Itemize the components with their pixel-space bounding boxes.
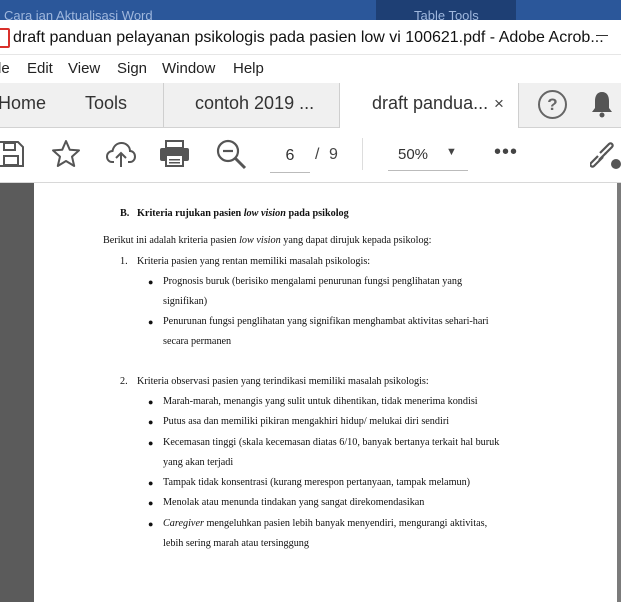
intro-paragraph: Berikut ini adalah kriteria pasien low v… (103, 235, 432, 246)
bullet-icon: ● (148, 438, 154, 448)
bullet-icon: ● (148, 478, 154, 488)
background-window-strip: Cara ian Aktualisasi Word Table Tools (0, 0, 621, 20)
list-item: Putus asa dan memiliki pikiran mengakhir… (163, 416, 450, 427)
list-item: signifikan) (163, 296, 208, 307)
list-item: yang akan terjadi (163, 457, 234, 468)
list-number: 1. (120, 256, 128, 267)
tab-divider (163, 83, 164, 127)
chevron-down-icon[interactable]: ▼ (446, 146, 457, 158)
notification-bell-icon[interactable] (590, 89, 614, 119)
list-item: Prognosis buruk (berisiko mengalami penu… (163, 276, 463, 287)
bookmark-star-icon[interactable] (51, 139, 81, 169)
list-item: Penurunan fungsi penglihatan yang signif… (163, 316, 489, 327)
list-item: Caregiver mengeluhkan pasien lebih banya… (163, 518, 488, 529)
bullet-icon: ● (148, 519, 154, 529)
list-item-title: Kriteria pasien yang rentan memiliki mas… (137, 256, 371, 267)
print-icon[interactable] (159, 140, 190, 168)
list-item: Kecemasan tinggi (skala kecemasan diatas… (163, 437, 500, 448)
page-gutter-right (617, 183, 621, 602)
bullet-icon: ● (148, 498, 154, 508)
menu-view[interactable]: View (68, 60, 100, 77)
page-separator: / (315, 146, 320, 163)
minimize-button[interactable] (596, 35, 608, 36)
bullet-icon: ● (148, 397, 154, 407)
bullet-icon: ● (148, 277, 154, 287)
page-total: 9 (329, 146, 338, 163)
list-number: 2. (120, 376, 128, 387)
bullet-icon: ● (148, 317, 154, 327)
more-options-icon[interactable]: ••• (494, 141, 518, 164)
tab-document-contoh[interactable]: contoh 2019 ... (195, 93, 314, 114)
menu-help[interactable]: Help (233, 60, 264, 77)
list-item: Marah-marah, menangis yang sulit untuk d… (163, 396, 478, 407)
share-link-icon[interactable] (590, 140, 621, 170)
help-icon[interactable]: ? (538, 90, 567, 119)
list-item: secara permanen (163, 336, 232, 347)
section-heading: Kriteria rujukan pasien low vision pada … (137, 208, 349, 219)
list-item: Menolak atau menunda tindakan yang sanga… (163, 497, 425, 508)
tab-document-draft-label[interactable]: draft pandua... (372, 93, 488, 114)
tab-home[interactable]: Home (0, 93, 46, 114)
menu-sign[interactable]: Sign (117, 60, 147, 77)
list-item: lebih sering marah atau tersinggung (163, 538, 309, 549)
menu-edit[interactable]: Edit (27, 60, 53, 77)
zoom-value[interactable]: 50% (398, 146, 428, 163)
cloud-upload-icon[interactable] (106, 140, 136, 168)
menu-file[interactable]: le (0, 60, 10, 77)
bullet-icon: ● (148, 417, 154, 427)
list-item: Tampak tidak konsentrasi (kurang merespo… (163, 477, 471, 488)
menu-window[interactable]: Window (162, 60, 215, 77)
toolbar (0, 128, 621, 183)
tab-tools[interactable]: Tools (85, 93, 127, 114)
save-icon[interactable] (0, 140, 24, 168)
list-item-title: Kriteria observasi pasien yang terindika… (137, 376, 429, 387)
zoom-out-icon[interactable] (216, 139, 247, 170)
table-tools-label: Table Tools (414, 8, 479, 20)
page-number-input[interactable] (270, 140, 310, 173)
close-tab-icon[interactable]: × (494, 94, 504, 114)
background-window-text: Cara ian Aktualisasi Word (4, 8, 153, 20)
section-prefix: B. (120, 208, 130, 219)
toolbar-divider (362, 138, 363, 170)
acrobat-pdf-icon (0, 28, 10, 48)
window-title: draft panduan pelayanan psikologis pada … (13, 29, 604, 46)
